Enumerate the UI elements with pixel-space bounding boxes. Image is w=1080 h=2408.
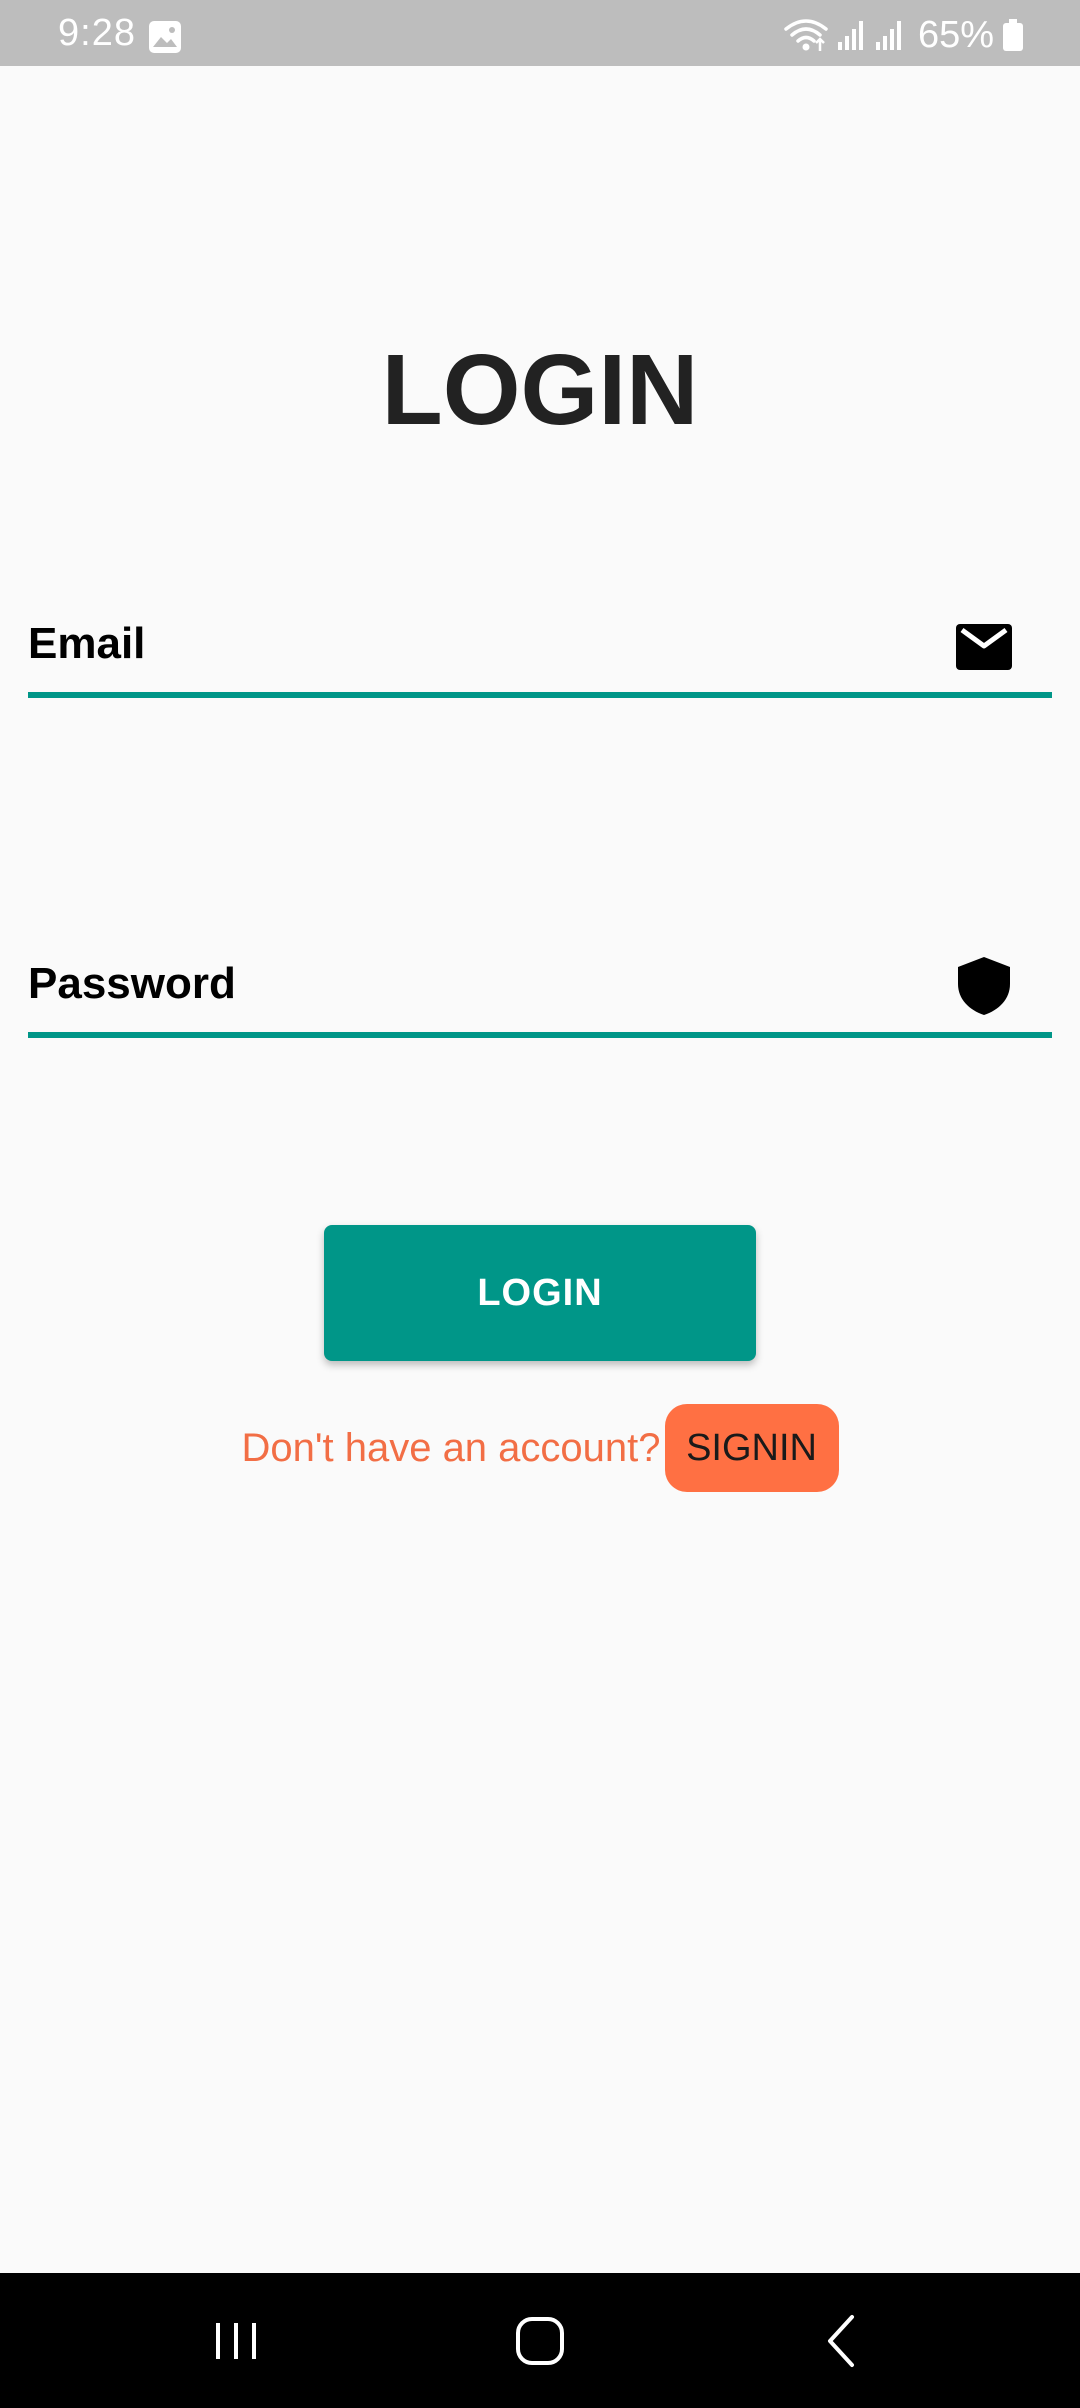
signal-icon	[837, 21, 863, 50]
battery-icon	[1003, 19, 1023, 51]
email-field-container	[28, 596, 1052, 698]
password-field-container	[28, 936, 1052, 1038]
envelope-icon	[956, 624, 1012, 670]
back-icon[interactable]	[806, 2305, 878, 2377]
status-bar: 9:28 65%	[0, 0, 1080, 66]
navigation-bar	[0, 2273, 1080, 2408]
signal-icon	[875, 21, 901, 50]
signin-button[interactable]: SIGNIN	[664, 1404, 839, 1492]
recents-icon[interactable]	[200, 2305, 272, 2377]
page-title: LOGIN	[381, 334, 699, 446]
signup-row: Don't have an account? SIGNIN	[0, 1404, 1080, 1492]
wifi-icon	[784, 19, 828, 51]
login-button[interactable]: LOGIN	[324, 1225, 756, 1361]
shield-icon	[958, 957, 1010, 1015]
gallery-icon	[149, 21, 181, 53]
battery-percent: 65%	[917, 14, 994, 56]
signup-prompt: Don't have an account?	[241, 1426, 661, 1470]
email-field[interactable]	[28, 596, 928, 692]
status-time: 9:28	[58, 12, 136, 54]
password-field[interactable]	[28, 936, 928, 1032]
home-icon[interactable]	[504, 2305, 576, 2377]
status-indicators: 65%	[784, 12, 1024, 58]
